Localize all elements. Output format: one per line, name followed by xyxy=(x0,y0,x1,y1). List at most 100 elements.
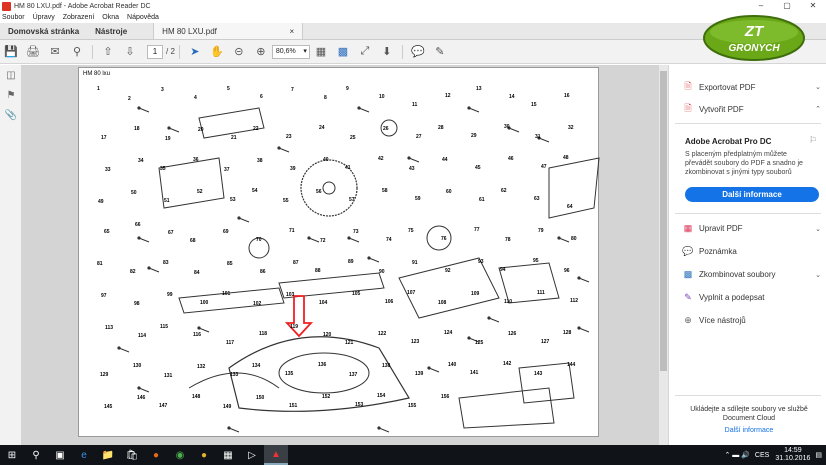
clock[interactable]: 14:59 31.10.2016 xyxy=(775,447,810,463)
fill-sign-tool[interactable]: ✎ Vyplnit a podepsat xyxy=(681,292,821,303)
highlight-icon[interactable]: ✎ xyxy=(431,43,449,61)
bookmark-icon[interactable]: ⚑ xyxy=(0,85,22,105)
window-controls: – ▢ ✕ xyxy=(748,0,826,12)
task-view-icon[interactable]: ▣ xyxy=(48,445,72,465)
start-icon[interactable]: ⊞ xyxy=(0,445,24,465)
logo-line2: GRONYCH xyxy=(728,43,780,54)
acrobat-taskbar-icon[interactable]: ▲ xyxy=(264,445,288,465)
firefox-icon[interactable]: ● xyxy=(144,445,168,465)
minimize-button[interactable]: – xyxy=(748,0,774,12)
download-icon[interactable]: ⬇ xyxy=(378,43,396,61)
screw xyxy=(168,127,180,133)
part-number-label: 24 xyxy=(319,125,325,131)
zoom-select[interactable]: 80,6% xyxy=(271,44,310,59)
screw-head xyxy=(377,426,381,430)
screw-head xyxy=(137,236,141,240)
select-cursor-icon[interactable]: ➤ xyxy=(186,43,204,61)
fit-page-icon[interactable]: ▦ xyxy=(312,43,330,61)
part-number-label: 15 xyxy=(531,102,537,108)
acrobat-icon xyxy=(2,1,11,11)
menu-edit[interactable]: Úpravy xyxy=(33,14,55,21)
screw xyxy=(488,317,500,323)
browser-icon[interactable]: ● xyxy=(192,445,216,465)
app-icon[interactable]: ▦ xyxy=(216,445,240,465)
combine-tool[interactable]: ▩ Zkombinovat soubory ⌄ xyxy=(681,269,821,280)
part-number-label: 94 xyxy=(500,267,506,273)
part-number-label: 118 xyxy=(259,331,267,337)
page-down-icon[interactable]: ⇩ xyxy=(121,43,139,61)
edit-pdf-tool[interactable]: ▦ Upravit PDF ⌄ xyxy=(681,223,821,234)
left-nav-rail: ◫ ⚑ 📎 xyxy=(0,65,22,445)
part-number-label: 69 xyxy=(223,229,229,235)
zoom-in-icon[interactable]: ⊕ xyxy=(252,43,270,61)
notifications-icon[interactable]: ▤ xyxy=(815,451,822,459)
save-icon[interactable]: 💾 xyxy=(2,43,20,61)
menu-view[interactable]: Zobrazení xyxy=(63,14,95,21)
part-number-label: 150 xyxy=(256,395,265,401)
tray-icons[interactable]: ⌃ ▬ 🔊 xyxy=(724,451,749,459)
part-number-label: 144 xyxy=(567,362,576,368)
print-icon[interactable]: 🖨 xyxy=(24,43,42,61)
part-number-label: 98 xyxy=(134,301,140,307)
explorer-icon[interactable]: 📁 xyxy=(96,445,120,465)
fullscreen-icon[interactable]: ⤢ xyxy=(356,43,374,61)
part-number-label: 16 xyxy=(564,93,570,99)
chevron-down-icon[interactable]: ⌄ xyxy=(815,83,821,91)
part-number-label: 101 xyxy=(222,291,231,297)
page-up-icon[interactable]: ⇧ xyxy=(99,43,117,61)
promo-text: S placeným předplatným můžete převádět s… xyxy=(685,151,803,176)
screw xyxy=(138,237,150,243)
zoom-out-icon[interactable]: ⊝ xyxy=(230,43,248,61)
export-pdf-tool[interactable]: 🗎 Exportovat PDF ⌄ xyxy=(681,79,821,95)
attachment-icon[interactable]: 📎 xyxy=(0,105,22,125)
comment-icon[interactable]: 💬 xyxy=(409,43,427,61)
part-number-label: 124 xyxy=(444,330,453,336)
vertical-scrollbar[interactable] xyxy=(659,65,668,445)
search-icon[interactable]: ⚲ xyxy=(68,43,86,61)
chevron-up-icon[interactable]: ⌃ xyxy=(815,105,821,113)
guard xyxy=(398,257,500,319)
part-number-label: 104 xyxy=(319,300,328,306)
more-info-button[interactable]: Další informace xyxy=(685,187,819,202)
cloud-more-info-link[interactable]: Další informace xyxy=(679,427,819,434)
media-icon[interactable]: ▷ xyxy=(240,445,264,465)
scroll-mode-icon[interactable]: ▩ xyxy=(334,43,352,61)
scrollbar-thumb[interactable] xyxy=(660,71,667,371)
tab-document[interactable]: HM 80 LXU.pdf × xyxy=(153,23,304,39)
screw-head xyxy=(487,316,491,320)
comment-tool[interactable]: 💬 Poznámka xyxy=(681,246,821,257)
menu-window[interactable]: Okna xyxy=(102,14,119,21)
part-number-label: 146 xyxy=(137,395,146,401)
menu-file[interactable]: Soubor xyxy=(2,14,25,21)
part-number-label: 59 xyxy=(415,196,421,202)
part-number-label: 75 xyxy=(408,228,414,234)
menu-help[interactable]: Nápověda xyxy=(127,14,159,21)
pages-thumbnail-icon[interactable]: ◫ xyxy=(0,65,22,85)
part-number-label: 17 xyxy=(101,135,107,141)
part-number-label: 64 xyxy=(567,204,573,210)
close-button[interactable]: ✕ xyxy=(800,0,826,12)
blade-hub xyxy=(322,181,336,195)
tab-home[interactable]: Domovská stránka xyxy=(0,23,87,39)
store-icon[interactable]: 🛍 xyxy=(120,445,144,465)
chrome-icon[interactable]: ◉ xyxy=(168,445,192,465)
language-indicator[interactable]: CES xyxy=(755,452,769,459)
more-tools[interactable]: ⊕ Více nástrojů xyxy=(681,315,821,326)
hand-tool-icon[interactable]: ✋ xyxy=(208,43,226,61)
email-icon[interactable]: ✉ xyxy=(46,43,64,61)
tab-close-icon[interactable]: × xyxy=(290,27,295,36)
chevron-down-icon[interactable]: ⌄ xyxy=(815,271,821,279)
part-number-label: 131 xyxy=(164,373,173,379)
chevron-down-icon[interactable]: ⌄ xyxy=(815,225,821,233)
edge-icon[interactable]: e xyxy=(72,445,96,465)
page-number-input[interactable]: 1 xyxy=(147,44,163,59)
tab-tools[interactable]: Nástroje xyxy=(87,23,135,39)
search-icon[interactable]: ⚲ xyxy=(24,445,48,465)
part-number-label: 29 xyxy=(471,133,477,139)
tag-icon: ⚐ xyxy=(809,135,818,145)
maximize-button[interactable]: ▢ xyxy=(774,0,800,12)
screw xyxy=(238,217,250,223)
clock-date: 31.10.2016 xyxy=(775,455,811,462)
screw-head xyxy=(467,106,471,110)
create-pdf-tool[interactable]: 🗎 Vytvořit PDF ⌃ xyxy=(681,101,821,117)
